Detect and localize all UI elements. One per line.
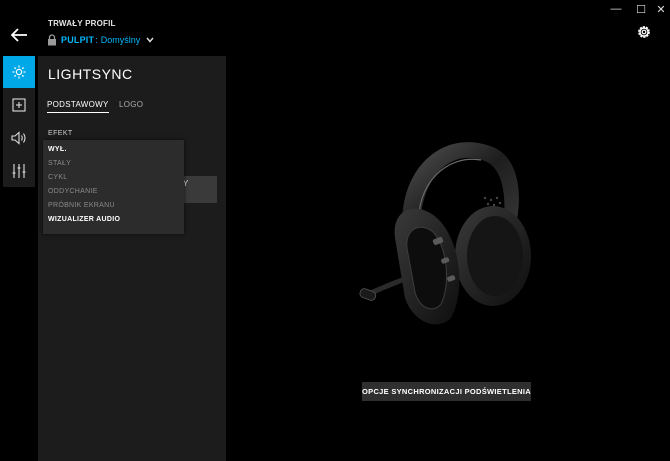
sound-icon	[11, 131, 26, 145]
effect-option-off[interactable]: WYŁ.	[48, 146, 67, 153]
profile-selector[interactable]: PULPIT : Domyślny	[47, 33, 154, 47]
effect-option-fixed[interactable]: STAŁY	[48, 160, 71, 167]
back-arrow-icon	[10, 28, 27, 42]
back-button[interactable]	[10, 27, 28, 43]
headset-image	[355, 128, 545, 328]
equalizer-icon	[12, 164, 26, 178]
gear-icon	[638, 26, 650, 38]
profile-name: Domyślny	[100, 35, 141, 45]
rail-item-sound[interactable]	[3, 122, 35, 154]
minimize-button[interactable]: —	[609, 3, 623, 15]
lightsync-panel	[38, 56, 226, 461]
profile-mode-label: TRWAŁY PROFIL	[48, 19, 116, 28]
effect-option-audio-visualizer[interactable]: WIZUALIZER AUDIO	[48, 216, 120, 223]
effect-dropdown[interactable]: WYŁ. STAŁY CYKL ODDYCHANIE PRÓBNIK EKRAN…	[43, 140, 184, 234]
settings-button[interactable]	[636, 24, 652, 40]
rail-item-add[interactable]	[3, 89, 35, 121]
profile-separator: :	[95, 35, 98, 45]
effect-option-breathing[interactable]: ODDYCHANIE	[48, 188, 98, 195]
close-button[interactable]: ✕	[654, 3, 668, 16]
rail-item-equalizer[interactable]	[3, 155, 35, 187]
add-icon	[12, 98, 26, 112]
lock-icon	[48, 34, 56, 46]
tab-logo[interactable]: LOGO	[119, 100, 143, 109]
desktop-label: PULPIT	[61, 35, 95, 45]
rail-item-lightsync[interactable]	[3, 56, 35, 88]
effect-option-screen-sampler[interactable]: PRÓBNIK EKRANU	[48, 202, 115, 209]
sync-options-button[interactable]: OPCJE SYNCHRONIZACJI PODŚWIETLENIA	[362, 382, 531, 401]
lightsync-icon	[12, 65, 26, 79]
tab-basic[interactable]: PODSTAWOWY	[47, 100, 109, 113]
chevron-down-icon	[146, 37, 154, 43]
panel-title: LIGHTSYNC	[48, 66, 133, 82]
effect-label: EFEKT	[48, 130, 73, 137]
effect-option-cycle[interactable]: CYKL	[48, 174, 68, 181]
maximize-button[interactable]: ☐	[634, 3, 648, 16]
